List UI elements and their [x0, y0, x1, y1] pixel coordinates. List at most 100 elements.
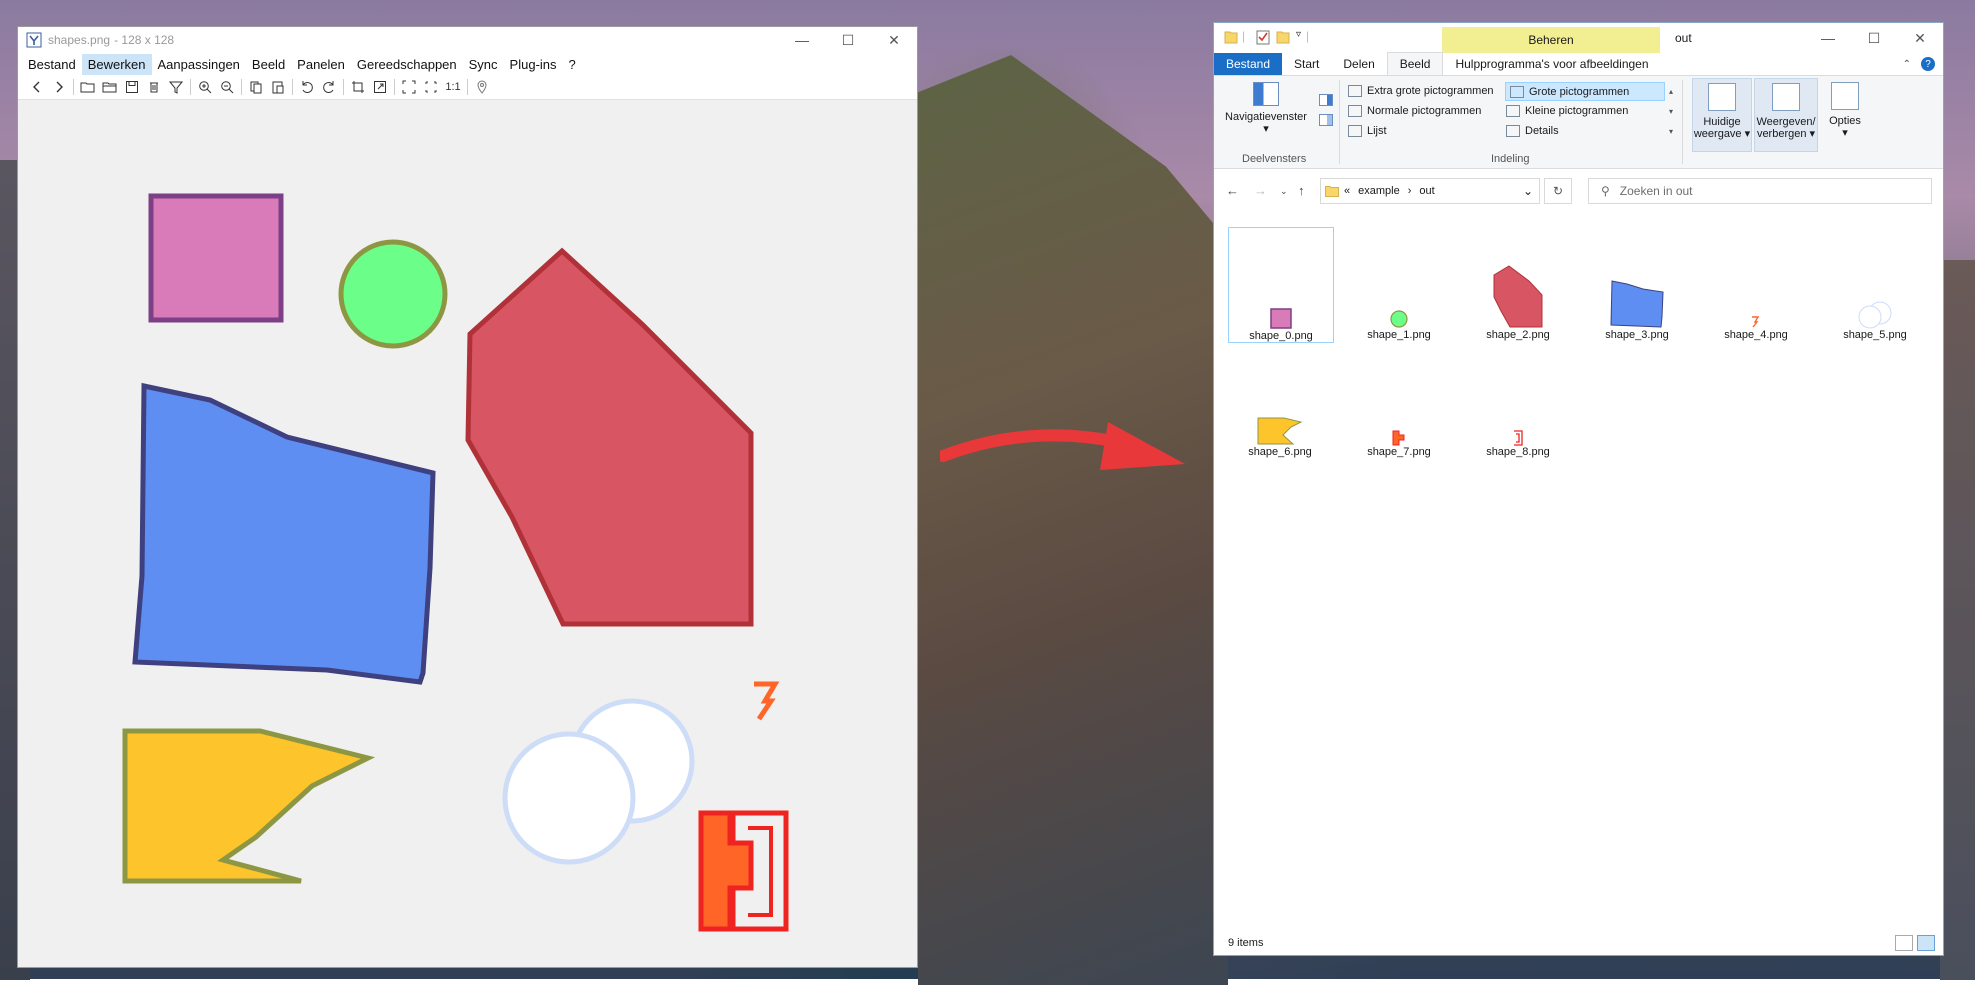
actual-size-label: 1:1 [445, 81, 461, 93]
properties-icon[interactable] [1256, 29, 1270, 45]
ribbon-tabs: Bestand Start Delen Beeld Hulpprogramma'… [1214, 52, 1943, 75]
save-icon[interactable] [121, 76, 143, 98]
maximize-button[interactable]: ☐ [825, 27, 871, 53]
large-icons-view-icon[interactable] [1917, 935, 1935, 951]
tab-delen[interactable]: Delen [1331, 53, 1386, 75]
actual-size-icon[interactable]: 1:1 [442, 76, 464, 98]
menu-sync[interactable]: Sync [463, 54, 504, 75]
maximize-button[interactable]: ☐ [1851, 23, 1897, 53]
folder-icon [1325, 186, 1339, 197]
fit-icon[interactable] [420, 76, 442, 98]
tab-image-tools[interactable]: Hulpprogramma's voor afbeeldingen [1443, 53, 1661, 75]
file-item-shape-6[interactable]: shape_6.png [1228, 344, 1332, 458]
explorer-titlebar[interactable]: | ▿ | Beheren out — ☐ ✕ [1214, 23, 1943, 53]
location-icon[interactable] [471, 76, 493, 98]
menu-gereedschappen[interactable]: Gereedschappen [351, 54, 463, 75]
copy-icon[interactable] [245, 76, 267, 98]
file-item-shape-4[interactable]: shape_4.png [1704, 227, 1808, 341]
file-item-shape-2[interactable]: shape_2.png [1466, 227, 1570, 341]
image-canvas[interactable] [18, 103, 917, 967]
open-icon[interactable] [77, 76, 99, 98]
menu-help[interactable]: ? [563, 54, 582, 75]
up-arrow-icon[interactable]: ↑ [1298, 183, 1305, 198]
layout-medium-icons[interactable]: Normale pictogrammen [1348, 102, 1481, 119]
breadcrumb-out[interactable]: out [1419, 185, 1434, 197]
zoom-in-icon[interactable] [194, 76, 216, 98]
options-button[interactable]: Opties ▾ [1822, 82, 1868, 139]
preview-pane-icon[interactable] [1319, 94, 1333, 106]
forward-icon[interactable] [48, 76, 70, 98]
menu-panelen[interactable]: Panelen [291, 54, 351, 75]
breadcrumb-separator: › [1407, 185, 1412, 197]
fullscreen-icon[interactable] [398, 76, 420, 98]
viewer-titlebar[interactable]: shapes.png - 128 x 128 — ☐ ✕ [18, 27, 917, 53]
filter-icon[interactable] [165, 76, 187, 98]
layout-label: Kleine pictogrammen [1525, 104, 1629, 117]
tab-beeld[interactable]: Beeld [1386, 52, 1444, 75]
file-item-shape-3[interactable]: shape_3.png [1585, 227, 1689, 341]
layout-large-icons[interactable]: Grote pictogrammen [1505, 82, 1665, 101]
breadcrumb-example[interactable]: example [1358, 185, 1400, 197]
search-box[interactable]: ⚲ Zoeken in out [1588, 178, 1932, 204]
back-arrow-icon[interactable]: ← [1226, 183, 1239, 198]
show-hide-button[interactable]: Weergeven/ verbergen ▾ [1754, 78, 1818, 152]
layout-label: Grote pictogrammen [1529, 85, 1630, 98]
file-item-shape-0[interactable]: shape_0.png [1228, 227, 1334, 343]
folder-icon[interactable] [99, 76, 121, 98]
help-icon[interactable]: ? [1921, 57, 1935, 71]
qat-customize-icon[interactable]: ▿ [1296, 29, 1301, 40]
details-pane-icon[interactable] [1319, 114, 1333, 126]
forward-arrow-icon[interactable]: → [1254, 183, 1267, 198]
navigation-pane-button[interactable]: Navigatievenster ▾ [1220, 82, 1312, 135]
layout-scroll-icon[interactable]: ▴ ▾ ▾ [1669, 82, 1673, 142]
back-icon[interactable] [26, 76, 48, 98]
wallpaper-mountain [918, 55, 1228, 985]
rotate-left-icon[interactable] [296, 76, 318, 98]
file-item-shape-1[interactable]: shape_1.png [1347, 227, 1451, 341]
layout-label: Normale pictogrammen [1367, 104, 1482, 117]
group-label-panes: Deelvensters [1242, 153, 1307, 165]
tab-bestand[interactable]: Bestand [1214, 53, 1283, 75]
file-name: shape_2.png [1486, 329, 1550, 341]
rotate-right-icon[interactable] [318, 76, 340, 98]
delete-icon[interactable] [143, 76, 165, 98]
breadcrumb-overflow[interactable]: « [1344, 185, 1350, 197]
address-bar[interactable]: « example › out ⌄ [1320, 178, 1540, 204]
close-button[interactable]: ✕ [871, 27, 917, 53]
refresh-button[interactable]: ↻ [1544, 178, 1572, 204]
ribbon-view: Navigatievenster ▾ Deelvensters Extra gro… [1214, 75, 1943, 169]
layout-small-icons[interactable]: Kleine pictogrammen [1506, 102, 1628, 119]
details-view-icon[interactable] [1895, 935, 1913, 951]
recent-locations-icon[interactable]: ⌄ [1280, 186, 1288, 197]
resize-icon[interactable] [369, 76, 391, 98]
layout-label: Details [1525, 124, 1559, 137]
menu-aanpassingen[interactable]: Aanpassingen [152, 54, 246, 75]
minimize-button[interactable]: — [1805, 23, 1851, 53]
crop-icon[interactable] [347, 76, 369, 98]
menu-bewerken[interactable]: Bewerken [81, 53, 152, 75]
chevron-down-icon[interactable]: ⌄ [1523, 184, 1533, 198]
close-button[interactable]: ✕ [1897, 23, 1943, 53]
file-item-shape-8[interactable]: shape_8.png [1466, 344, 1570, 458]
new-folder-icon[interactable] [1276, 29, 1290, 45]
toolbar-separator [241, 79, 242, 95]
tab-start[interactable]: Start [1282, 53, 1331, 75]
menu-beeld[interactable]: Beeld [246, 54, 291, 75]
paste-icon[interactable] [267, 76, 289, 98]
ribbon-collapse-icon[interactable]: ⌃ [1903, 59, 1911, 70]
purple-square [148, 193, 284, 323]
context-tab-manage[interactable]: Beheren [1442, 27, 1660, 53]
search-placeholder: Zoeken in out [1619, 184, 1693, 198]
blue-quadrilateral [132, 382, 436, 685]
layout-list[interactable]: Lijst [1348, 122, 1387, 139]
layout-extra-large-icons[interactable]: Extra grote pictogrammen [1348, 82, 1494, 99]
file-item-shape-7[interactable]: shape_7.png [1347, 344, 1451, 458]
red-hexagon [465, 247, 754, 627]
layout-details[interactable]: Details [1506, 122, 1559, 139]
menu-plugins[interactable]: Plug-ins [504, 54, 563, 75]
zoom-out-icon[interactable] [216, 76, 238, 98]
minimize-button[interactable]: — [779, 27, 825, 53]
current-view-button[interactable]: Huidige weergave ▾ [1692, 78, 1752, 152]
file-item-shape-5[interactable]: shape_5.png [1823, 227, 1927, 341]
menu-bestand[interactable]: Bestand [22, 54, 82, 75]
